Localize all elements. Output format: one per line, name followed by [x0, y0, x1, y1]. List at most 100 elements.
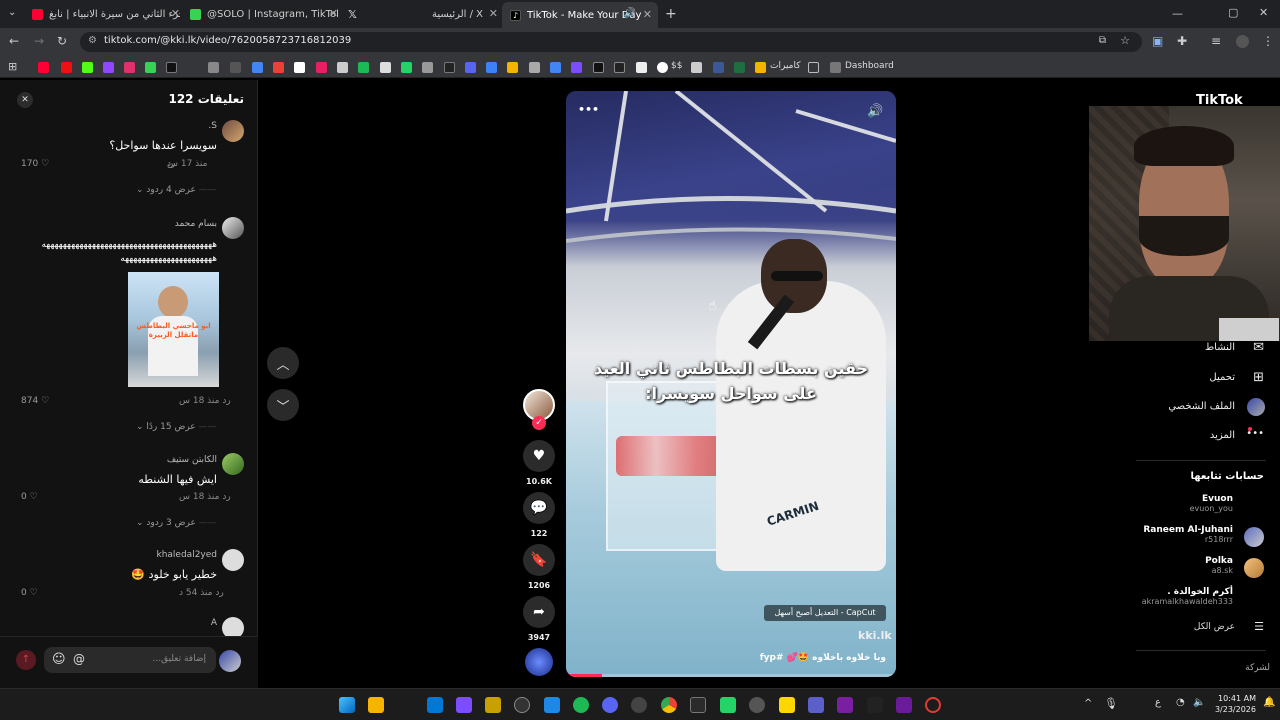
- bookmark-icon[interactable]: [486, 62, 497, 73]
- bookmark-label[interactable]: كاميرات: [770, 61, 801, 71]
- spotify-icon[interactable]: [573, 697, 589, 713]
- see-all-link[interactable]: عرض الكل: [1194, 622, 1235, 632]
- tab-tiktok[interactable]: ♪ TikTok - Make Your Day 🔊 ✕: [502, 2, 658, 28]
- nav-activity-label[interactable]: النشاط: [1205, 342, 1235, 353]
- bookmark-icon[interactable]: [691, 62, 702, 73]
- bookmark-youtube-icon[interactable]: [38, 62, 49, 73]
- bookmark-icon[interactable]: [273, 62, 284, 73]
- bookmark-icon[interactable]: [571, 62, 582, 73]
- bookmark-label[interactable]: $$: [671, 61, 682, 71]
- send-arrow-icon[interactable]: ↑: [16, 650, 36, 670]
- new-tab-icon[interactable]: +: [665, 7, 677, 21]
- app-icon[interactable]: [867, 697, 883, 713]
- bookmark-icon[interactable]: [337, 62, 348, 73]
- nav-more-label[interactable]: المزيد: [1210, 430, 1235, 441]
- close-comments-icon[interactable]: ✕: [17, 92, 33, 108]
- start-icon[interactable]: [339, 697, 355, 713]
- view-replies[interactable]: ⌄ عرض 15 ردًا ——: [136, 422, 217, 432]
- file-explorer-icon[interactable]: [368, 697, 384, 713]
- site-info-icon[interactable]: ⚙: [88, 35, 97, 46]
- capcut-badge[interactable]: CapCut - التعديل أصبح أسهل: [764, 605, 886, 621]
- app-icon[interactable]: [631, 697, 647, 713]
- close-icon[interactable]: ✕: [329, 7, 338, 20]
- maximize-icon[interactable]: ▢: [1228, 7, 1238, 18]
- close-window-icon[interactable]: ✕: [1259, 7, 1268, 18]
- discord-icon[interactable]: [602, 697, 618, 713]
- comment-sticker-image[interactable]: ابو ماحسي البطاطس ماتقلل الزبيرة: [128, 272, 219, 387]
- bookmark-folder-icon[interactable]: [755, 62, 766, 73]
- app-icon[interactable]: [456, 697, 472, 713]
- bookmark-icon[interactable]: [529, 62, 540, 73]
- close-icon[interactable]: ✕: [643, 8, 652, 21]
- inbox-icon[interactable]: ✉: [1253, 340, 1264, 355]
- bookmark-icon[interactable]: [713, 62, 724, 73]
- following-account[interactable]: Evuon evuon_you: [1190, 494, 1233, 513]
- bookmark-icon[interactable]: [593, 62, 604, 73]
- next-video-button[interactable]: ﹀: [267, 389, 299, 421]
- bookmark-icon[interactable]: [380, 62, 391, 73]
- bookmark-google-icon[interactable]: [657, 62, 668, 73]
- bookmark-icon[interactable]: [230, 62, 241, 73]
- comment-author[interactable]: khaledal2yed: [157, 550, 218, 560]
- view-replies[interactable]: ⌄ عرض 3 ردود ——: [136, 518, 217, 528]
- bookmark-star-icon[interactable]: ☆: [1120, 34, 1130, 47]
- bookmark-kick-icon[interactable]: [82, 62, 93, 73]
- avatar[interactable]: [222, 217, 244, 239]
- reply-link[interactable]: رد منذ 18 س: [167, 492, 231, 502]
- comment-likes[interactable]: 0 ♡: [21, 492, 38, 502]
- comment-author[interactable]: S.: [208, 121, 217, 131]
- reply-link[interactable]: رد منذ 18 س: [167, 396, 231, 406]
- shield-icon[interactable]: [544, 697, 560, 713]
- minimize-icon[interactable]: —: [1172, 8, 1183, 19]
- comment-likes[interactable]: 170 ♡: [21, 159, 49, 169]
- whatsapp-icon[interactable]: [720, 697, 736, 713]
- share-button[interactable]: ➦: [523, 596, 555, 628]
- notification-icon[interactable]: 🔔: [1263, 697, 1275, 708]
- bookmark-icon[interactable]: [422, 62, 433, 73]
- bookmark-twitch-icon[interactable]: [103, 62, 114, 73]
- tab-search-icon[interactable]: ⌄: [8, 8, 16, 18]
- list-icon[interactable]: ☰: [1254, 620, 1264, 633]
- bookmark-icon[interactable]: [294, 62, 305, 73]
- avatar[interactable]: [222, 549, 244, 571]
- avatar[interactable]: [1244, 558, 1264, 578]
- bookmark-icon[interactable]: [507, 62, 518, 73]
- video-player[interactable]: CARMIN ••• 🔊 حقين بسطات البطاطس ثاني الع…: [566, 91, 896, 677]
- bookmark-icon[interactable]: [61, 62, 72, 73]
- speaker-icon[interactable]: 🔊: [624, 8, 636, 19]
- url-input[interactable]: ⚙ tiktok.com/@kki.lk/video/7620058723716…: [80, 32, 1142, 52]
- bookmark-x-icon[interactable]: [166, 62, 177, 73]
- bookmark-icon[interactable]: [444, 62, 455, 73]
- following-account[interactable]: Polka a8.sk: [1205, 556, 1233, 575]
- app-icon[interactable]: [749, 697, 765, 713]
- comment-input[interactable]: ☺ @ إضافة تعليق...: [44, 647, 216, 673]
- more-options-icon[interactable]: •••: [578, 103, 599, 116]
- upload-icon[interactable]: ⊞: [1253, 370, 1264, 385]
- mention-icon[interactable]: @: [73, 652, 85, 666]
- comment-author[interactable]: الكابتن ستيف: [167, 455, 217, 465]
- music-disc-icon[interactable]: [525, 648, 553, 676]
- opera-icon[interactable]: [925, 697, 941, 713]
- bookmark-icon[interactable]: [550, 62, 561, 73]
- tab-x-pinned[interactable]: 𝕏: [348, 4, 368, 24]
- microphone-icon[interactable]: 🎙: [1104, 697, 1118, 710]
- bookmark-icon[interactable]: [614, 62, 625, 73]
- avatar[interactable]: [222, 453, 244, 475]
- install-app-icon[interactable]: ⧉: [1099, 35, 1106, 46]
- mail-icon[interactable]: [427, 697, 443, 713]
- reply-link[interactable]: رد: [167, 159, 175, 169]
- bookmark-excel-icon[interactable]: [734, 62, 745, 73]
- back-icon[interactable]: ←: [9, 35, 19, 47]
- bookmark-folder-icon[interactable]: [808, 62, 819, 73]
- clock-date[interactable]: 3/23/2026: [1206, 705, 1256, 714]
- following-account[interactable]: Raneem Al-Juhani r518rrr: [1143, 525, 1233, 544]
- bookmark-icon[interactable]: [316, 62, 327, 73]
- tray-overflow-icon[interactable]: ^: [1084, 698, 1092, 709]
- reload-icon[interactable]: ↻: [57, 35, 67, 47]
- comment-likes[interactable]: 874 ♡: [21, 396, 49, 406]
- bookmark-icon[interactable]: [401, 62, 412, 73]
- bookmark-icon[interactable]: [145, 62, 156, 73]
- bookmark-folder-icon[interactable]: [830, 62, 841, 73]
- bookmark-label[interactable]: Dashboard: [845, 61, 894, 71]
- input-language[interactable]: ع: [1155, 697, 1161, 708]
